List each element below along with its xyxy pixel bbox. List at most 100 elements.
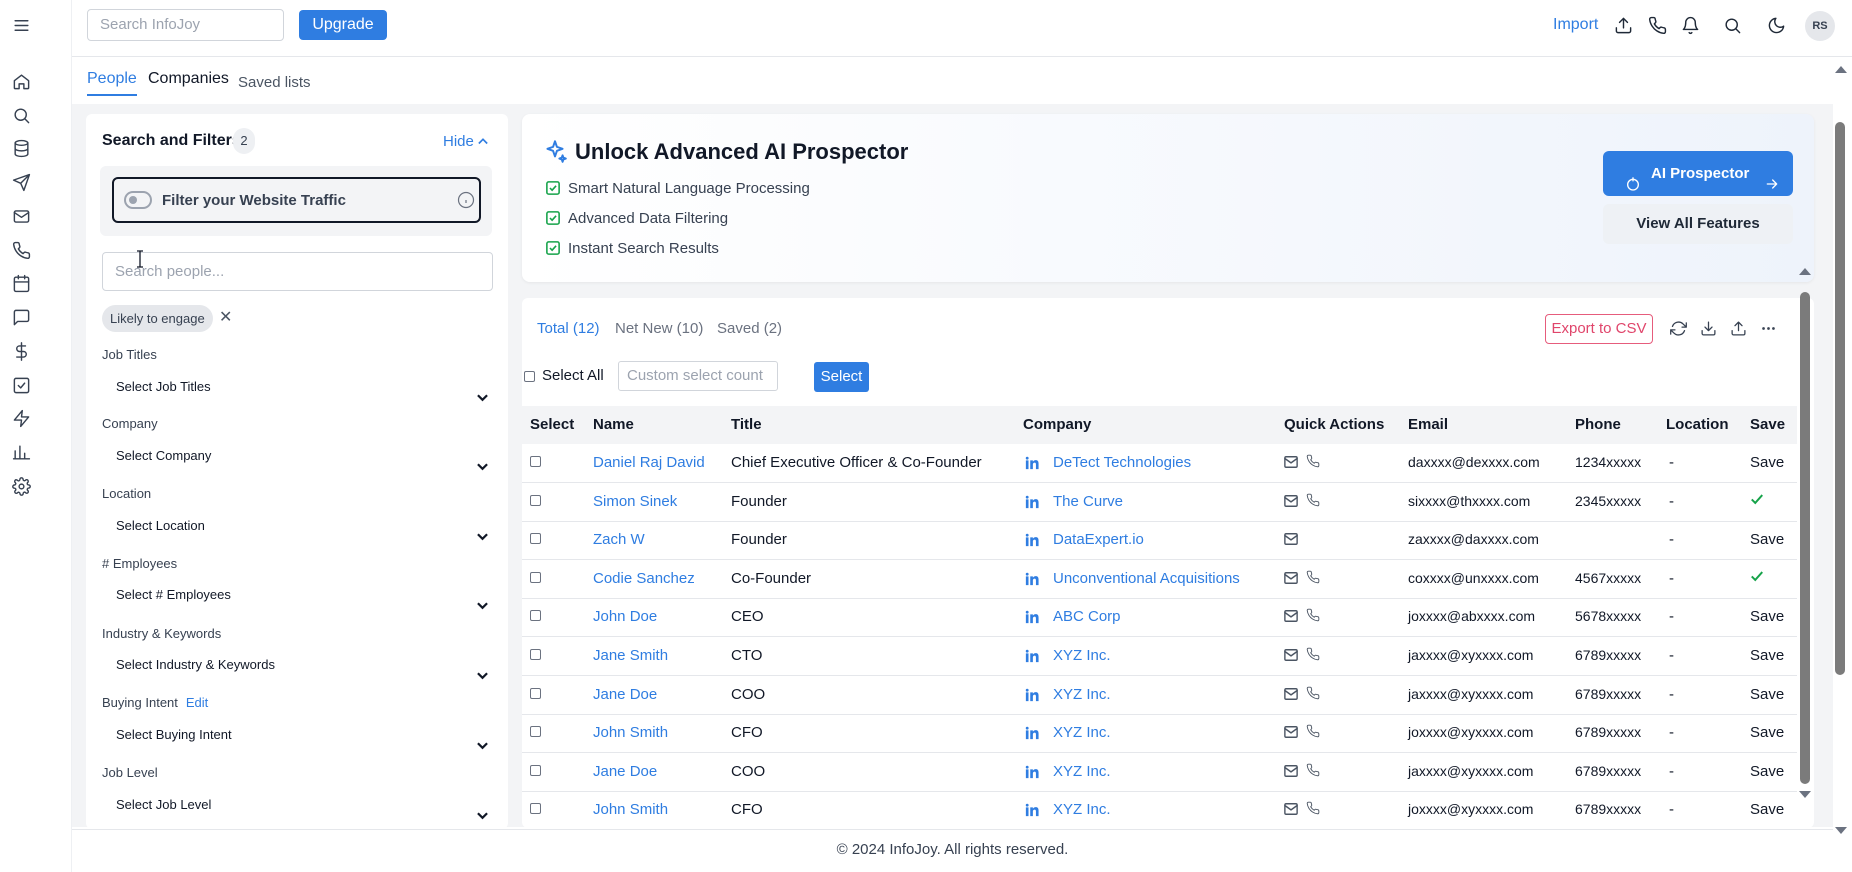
scroll-down-arrow[interactable] [1835, 827, 1847, 834]
job-level-select[interactable]: Select Job Level [102, 789, 493, 821]
scroll-thumb[interactable] [1800, 292, 1810, 784]
phone-icon[interactable] [1306, 724, 1320, 738]
phone-icon[interactable] [1306, 493, 1320, 507]
upgrade-button[interactable]: Upgrade [299, 10, 387, 40]
settings-icon[interactable] [0, 472, 42, 500]
phone-icon[interactable] [1306, 608, 1320, 622]
phone-icon[interactable] [1306, 454, 1320, 468]
person-name-link[interactable]: Jane Doe [593, 686, 657, 703]
search-icon[interactable] [1720, 13, 1744, 37]
moon-icon[interactable] [1764, 13, 1788, 37]
column-header[interactable]: Title [731, 416, 762, 433]
save-button[interactable]: Save [1750, 686, 1784, 703]
database-icon[interactable] [0, 134, 42, 162]
row-checkbox[interactable] [530, 649, 541, 660]
linkedin-icon[interactable] [1025, 726, 1039, 740]
more-icon[interactable] [1760, 320, 1778, 338]
search-people-input[interactable]: Search people... [102, 252, 493, 291]
tab-total[interactable]: Total (12) [537, 320, 600, 337]
save-button[interactable]: Save [1750, 724, 1784, 741]
scroll-up-arrow[interactable] [1835, 66, 1847, 73]
scroll-thumb[interactable] [1835, 122, 1845, 675]
company-link[interactable]: XYZ Inc. [1053, 801, 1111, 818]
row-checkbox[interactable] [530, 533, 541, 545]
mail-icon[interactable] [1284, 725, 1298, 739]
tab-saved[interactable]: Saved (2) [717, 320, 782, 337]
row-checkbox[interactable] [530, 726, 541, 738]
chart-icon[interactable] [0, 438, 42, 466]
save-button[interactable]: Save [1750, 763, 1784, 780]
mail-icon[interactable] [1284, 687, 1298, 700]
phone-icon[interactable] [1645, 13, 1669, 37]
row-checkbox[interactable] [530, 571, 541, 583]
send-icon[interactable] [0, 168, 42, 196]
upload-icon[interactable] [1611, 13, 1635, 37]
web-traffic-toggle[interactable] [124, 191, 152, 209]
info-icon[interactable] [457, 191, 475, 209]
person-name-link[interactable]: Daniel Raj David [593, 454, 705, 471]
global-search-input[interactable]: Search InfoJoy [87, 9, 284, 41]
select-button[interactable]: Select [814, 362, 869, 392]
person-name-link[interactable]: John Smith [593, 801, 668, 818]
download-icon[interactable] [1700, 320, 1718, 338]
remove-chip-icon[interactable]: ✕ [219, 307, 232, 327]
row-checkbox[interactable] [530, 764, 541, 776]
person-name-link[interactable]: John Doe [593, 608, 657, 625]
mail-icon[interactable] [1284, 609, 1298, 623]
column-header[interactable]: Company [1023, 416, 1091, 433]
table-scrollbar[interactable] [1799, 264, 1811, 798]
hide-filters-button[interactable]: Hide [443, 132, 488, 150]
mail-icon[interactable] [1284, 532, 1298, 546]
save-button[interactable]: Save [1750, 647, 1784, 664]
person-name-link[interactable]: Jane Doe [593, 763, 657, 780]
phone-icon[interactable] [1306, 763, 1320, 777]
row-checkbox[interactable] [530, 494, 541, 506]
phone-icon[interactable] [1306, 686, 1320, 700]
linkedin-icon[interactable] [1025, 572, 1039, 586]
company-link[interactable]: The Curve [1053, 493, 1123, 510]
save-button[interactable]: Save [1750, 608, 1784, 625]
dollar-icon[interactable] [0, 337, 42, 365]
chat-icon[interactable] [0, 303, 42, 331]
linkedin-icon[interactable] [1025, 803, 1039, 817]
save-button[interactable]: Save [1750, 531, 1784, 548]
saved-check-icon[interactable] [1750, 492, 1764, 506]
web-traffic-filter[interactable]: Filter your Website Traffic [112, 177, 481, 223]
company-select[interactable]: Select Company [102, 440, 493, 472]
person-name-link[interactable]: Jane Smith [593, 647, 668, 664]
row-checkbox[interactable] [530, 803, 541, 815]
job-titles-select[interactable]: Select Job Titles [102, 371, 493, 403]
phone-icon[interactable] [1306, 647, 1320, 661]
person-name-link[interactable]: John Smith [593, 724, 668, 741]
tab-saved-lists[interactable]: Saved lists [238, 74, 311, 91]
industry-select[interactable]: Select Industry & Keywords [102, 649, 493, 681]
mail-icon[interactable] [0, 202, 42, 230]
bell-icon[interactable] [1678, 13, 1702, 37]
column-header[interactable]: Email [1408, 416, 1448, 433]
tab-companies[interactable]: Companies [148, 70, 229, 88]
employees-select[interactable]: Select # Employees [102, 579, 493, 611]
home-icon[interactable] [0, 67, 42, 95]
linkedin-icon[interactable] [1025, 533, 1039, 547]
person-name-link[interactable]: Simon Sinek [593, 493, 677, 510]
company-link[interactable]: ABC Corp [1053, 608, 1121, 625]
column-header[interactable]: Location [1666, 416, 1729, 433]
company-link[interactable]: XYZ Inc. [1053, 686, 1111, 703]
company-link[interactable]: XYZ Inc. [1053, 763, 1111, 780]
company-link[interactable]: XYZ Inc. [1053, 647, 1111, 664]
linkedin-icon[interactable] [1025, 688, 1039, 702]
view-all-features-button[interactable]: View All Features [1603, 204, 1793, 244]
zap-icon[interactable] [0, 404, 42, 432]
row-checkbox[interactable] [530, 687, 541, 699]
scroll-up-arrow[interactable] [1799, 268, 1811, 275]
column-header[interactable]: Name [593, 416, 634, 433]
linkedin-icon[interactable] [1025, 610, 1039, 624]
save-button[interactable]: Save [1750, 454, 1784, 471]
column-header[interactable]: Phone [1575, 416, 1621, 433]
mail-icon[interactable] [1284, 494, 1298, 507]
company-link[interactable]: DeTect Technologies [1053, 454, 1191, 471]
refresh-icon[interactable] [1670, 320, 1688, 338]
avatar[interactable]: RS [1805, 11, 1835, 41]
tab-people[interactable]: People [87, 70, 137, 96]
mail-icon[interactable] [1284, 764, 1298, 777]
